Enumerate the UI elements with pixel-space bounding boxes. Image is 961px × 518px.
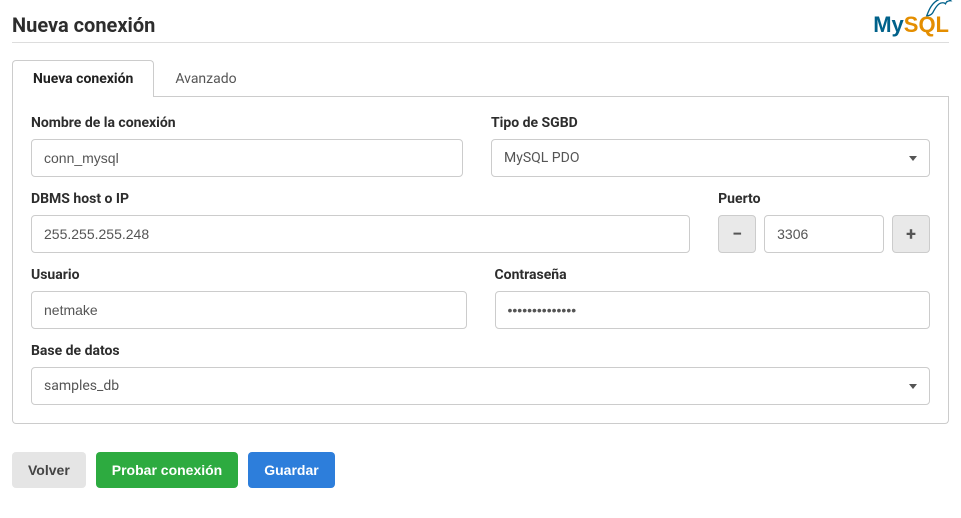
- dbms-type-label: Tipo de SGBD: [491, 115, 930, 131]
- chevron-down-icon: [909, 156, 917, 161]
- host-input[interactable]: [31, 215, 690, 253]
- database-value: samples_db: [44, 378, 119, 394]
- port-increment-button[interactable]: +: [892, 215, 930, 253]
- user-label: Usuario: [31, 267, 467, 283]
- port-decrement-button[interactable]: −: [718, 215, 756, 253]
- user-input[interactable]: [31, 291, 467, 329]
- chevron-down-icon: [909, 384, 917, 389]
- password-label: Contraseña: [495, 267, 931, 283]
- dbms-type-value: MySQL PDO: [504, 150, 579, 166]
- conn-name-label: Nombre de la conexión: [31, 115, 463, 131]
- password-input[interactable]: [495, 291, 931, 329]
- test-connection-button[interactable]: Probar conexión: [96, 452, 238, 488]
- host-label: DBMS host o IP: [31, 191, 690, 207]
- tab-new-connection[interactable]: Nueva conexión: [12, 60, 154, 97]
- form-panel: Nombre de la conexión Tipo de SGBD MySQL…: [12, 97, 949, 424]
- save-button[interactable]: Guardar: [248, 452, 334, 488]
- dolphin-icon: [923, 0, 953, 18]
- footer-actions: Volver Probar conexión Guardar: [12, 452, 949, 488]
- database-label: Base de datos: [31, 343, 930, 359]
- port-label: Puerto: [718, 191, 930, 207]
- mysql-logo: MySQL: [873, 12, 949, 38]
- tab-bar: Nueva conexión Avanzado: [12, 59, 949, 97]
- page-title: Nueva conexión: [12, 13, 155, 37]
- port-input[interactable]: [764, 215, 884, 253]
- database-select[interactable]: samples_db: [31, 367, 930, 405]
- back-button[interactable]: Volver: [12, 452, 86, 488]
- tab-advanced[interactable]: Avanzado: [154, 60, 257, 97]
- dbms-type-select[interactable]: MySQL PDO: [491, 139, 930, 177]
- conn-name-input[interactable]: [31, 139, 463, 177]
